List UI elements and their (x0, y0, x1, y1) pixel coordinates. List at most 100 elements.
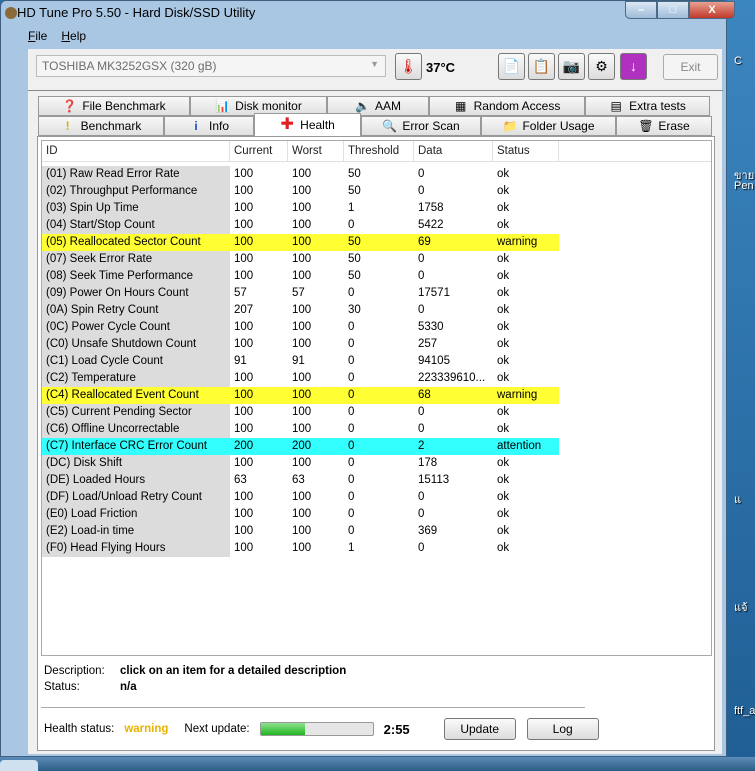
cell-status: warning (493, 234, 559, 251)
cell-current: 100 (234, 406, 254, 418)
exit-button[interactable]: Exit (663, 54, 718, 80)
column-header-id[interactable]: ID (42, 141, 230, 161)
cell-worst: 100 (292, 491, 312, 503)
taskbar (0, 757, 755, 771)
table-row[interactable]: (0C) Power Cycle Count 100 100 0 5330 ok (42, 319, 711, 336)
cell-data: 369 (418, 525, 438, 537)
cell-threshold: 1 (348, 542, 355, 554)
save-download-button[interactable]: ↓ (620, 53, 647, 80)
cell-data: 223339610... (418, 372, 486, 384)
desktop-icon-label[interactable]: แจ้ (734, 598, 748, 616)
tab-error-scan[interactable]: 🔍 Error Scan (361, 116, 481, 136)
table-row[interactable]: (DE) Loaded Hours 63 63 0 15113 ok (42, 472, 711, 489)
smart-table: ID Current Worst Threshold Data Status (… (41, 140, 712, 656)
table-row[interactable]: (DF) Load/Unload Retry Count 100 100 0 0 ok (42, 489, 711, 506)
start-button[interactable] (0, 760, 38, 771)
cell-data: 0 (418, 185, 425, 197)
menu-file[interactable]: File (28, 29, 47, 43)
cell-worst: 100 (288, 234, 344, 251)
cell-status: ok (497, 287, 510, 299)
tab-health[interactable]: ✚ Health (254, 113, 361, 136)
tab-info[interactable]: i Info (164, 116, 254, 136)
magnifier-icon: 🔍 (382, 119, 398, 133)
menu-help[interactable]: Help (61, 29, 86, 43)
screenshot-camera-button[interactable]: 📷 (558, 53, 585, 80)
cell-data: 5422 (418, 219, 444, 231)
tab-file-benchmark[interactable]: ❓ File Benchmark (38, 96, 190, 116)
desktop-icon-label[interactable]: ftf_a (734, 705, 755, 717)
table-row[interactable]: (C0) Unsafe Shutdown Count 100 100 0 257 ok (42, 336, 711, 353)
log-button[interactable]: Log (526, 718, 599, 740)
cell-status: ok (497, 542, 510, 554)
table-row[interactable]: (03) Spin Up Time 100 100 1 1758 ok (42, 200, 711, 217)
column-header-data[interactable]: Data (414, 141, 493, 161)
cell-id: (05) Reallocated Sector Count (42, 234, 230, 251)
table-row[interactable]: (C6) Offline Uncorrectable 100 100 0 0 ok (42, 421, 711, 438)
cell-threshold: 0 (348, 423, 355, 435)
cell-current: 100 (234, 168, 254, 180)
description-label: Description: (44, 665, 105, 677)
cell-worst: 100 (292, 525, 312, 537)
minimize-button[interactable]: – (625, 1, 657, 19)
tab-random-access[interactable]: ▦ Random Access (429, 96, 585, 116)
description-area: Description: click on an item for a detai… (44, 665, 346, 697)
drive-select[interactable]: TOSHIBA MK3252GSX (320 gB) ▼ (36, 55, 386, 77)
description-text: click on an item for a detailed descript… (120, 665, 347, 677)
tabs-row-1: ❓ File Benchmark 📊 Disk monitor 🔈 AAM ▦ Rand… (38, 96, 710, 116)
table-row[interactable]: (E2) Load-in time 100 100 0 369 ok (42, 523, 711, 540)
table-row[interactable]: (07) Seek Error Rate 100 100 50 0 ok (42, 251, 711, 268)
cell-threshold: 50 (348, 270, 361, 282)
cell-id: (E2) Load-in time (42, 523, 230, 540)
cell-worst: 100 (292, 219, 312, 231)
cell-current: 100 (234, 270, 254, 282)
column-header-current[interactable]: Current (230, 141, 288, 161)
update-button[interactable]: Update (443, 718, 516, 740)
table-row[interactable]: (C5) Current Pending Sector 100 100 0 0 ok (42, 404, 711, 421)
cell-worst: 91 (292, 355, 305, 367)
desktop-icon-label[interactable]: C (734, 55, 742, 67)
cell-worst: 100 (292, 372, 312, 384)
table-row[interactable]: (C2) Temperature 100 100 0 223339610... ok (42, 370, 711, 387)
close-button[interactable]: X (689, 1, 735, 19)
table-row[interactable]: (DC) Disk Shift 100 100 0 178 ok (42, 455, 711, 472)
column-header-status[interactable]: Status (493, 141, 559, 161)
cell-threshold: 0 (344, 438, 414, 455)
cell-status: ok (497, 202, 510, 214)
cell-current: 100 (234, 508, 254, 520)
table-row[interactable]: (E0) Load Friction 100 100 0 0 ok (42, 506, 711, 523)
cell-current: 100 (230, 234, 288, 251)
table-row[interactable]: (09) Power On Hours Count 57 57 0 17571 ok (42, 285, 711, 302)
desktop-icon-label[interactable]: แ (734, 490, 741, 508)
cell-current: 100 (234, 185, 254, 197)
table-row[interactable]: (08) Seek Time Performance 100 100 50 0 ok (42, 268, 711, 285)
column-header-worst[interactable]: Worst (288, 141, 344, 161)
cell-worst: 57 (292, 287, 305, 299)
cell-threshold: 0 (348, 508, 355, 520)
table-row[interactable]: (05) Reallocated Sector Count 100 100 50 69 w… (42, 234, 711, 251)
thermometer-icon: 🌡 (395, 53, 422, 80)
cell-status: ok (497, 270, 510, 282)
table-row[interactable]: (0A) Spin Retry Count 207 100 30 0 ok (42, 302, 711, 319)
column-header-threshold[interactable]: Threshold (344, 141, 414, 161)
options-button[interactable]: ⚙ (588, 53, 615, 80)
tab-extra-tests[interactable]: ▤ Extra tests (585, 96, 710, 116)
cell-id: (02) Throughput Performance (42, 183, 230, 200)
tab-folder-usage[interactable]: 📁 Folder Usage (481, 116, 616, 136)
temperature-readout: 37°C (426, 60, 456, 75)
maximize-button[interactable]: □ (657, 1, 689, 19)
copy-text-button[interactable]: 📄 (498, 53, 525, 80)
cell-current: 207 (234, 304, 254, 316)
table-row[interactable]: (C4) Reallocated Event Count 100 100 0 68 war… (42, 387, 711, 404)
table-row[interactable]: (02) Throughput Performance 100 100 50 0 ok (42, 183, 711, 200)
table-row[interactable]: (C7) Interface CRC Error Count 200 200 0 2 at… (42, 438, 711, 455)
tab-benchmark[interactable]: ! Benchmark (38, 116, 164, 136)
cell-current: 100 (234, 202, 254, 214)
table-row[interactable]: (04) Start/Stop Count 100 100 0 5422 ok (42, 217, 711, 234)
table-row[interactable]: (F0) Head Flying Hours 100 100 1 0 ok (42, 540, 711, 557)
table-row[interactable]: (C1) Load Cycle Count 91 91 0 94105 ok (42, 353, 711, 370)
cell-data: 0 (418, 270, 425, 282)
copy-info-button[interactable]: 📋 (528, 53, 555, 80)
desktop-icon-label[interactable]: Pen (734, 180, 754, 192)
table-row[interactable]: (01) Raw Read Error Rate 100 100 50 0 ok (42, 166, 711, 183)
tab-erase[interactable]: 🗑 Erase (616, 116, 712, 136)
